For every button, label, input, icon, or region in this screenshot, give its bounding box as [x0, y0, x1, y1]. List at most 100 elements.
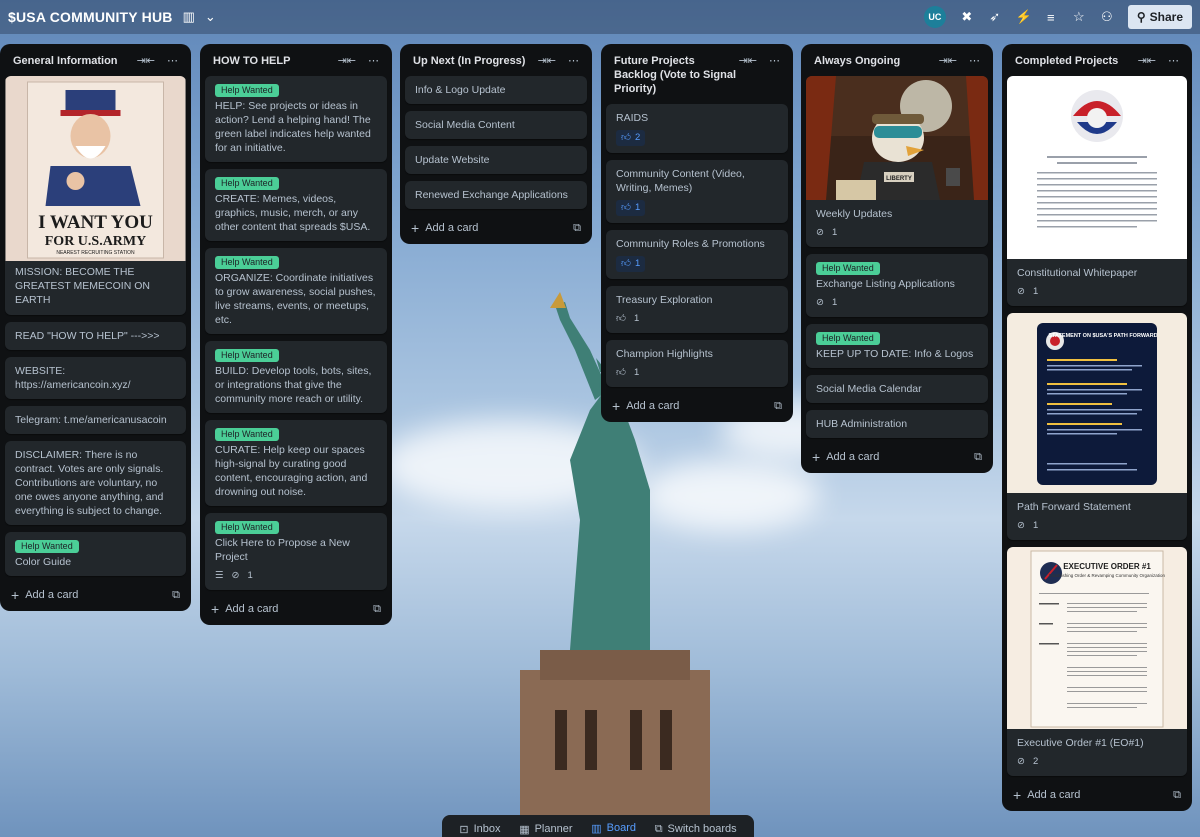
card-disclaimer[interactable]: DISCLAIMER: There is no contract. Votes …: [5, 441, 186, 525]
attachment-icon: ⊘: [1017, 756, 1025, 767]
card-help[interactable]: Help Wanted HELP: See projects or ideas …: [205, 76, 387, 162]
add-card-button[interactable]: + Add a card ⧉: [606, 394, 788, 414]
path-forward-cover: STATEMENT ON $USA'S PATH FORWARD: [1007, 313, 1187, 493]
template-icon[interactable]: ⧉: [774, 400, 782, 413]
board-title[interactable]: $USA COMMUNITY HUB: [8, 9, 173, 25]
rocket-icon[interactable]: ➶: [988, 9, 1002, 25]
thumbs-up-icon[interactable]: 👍︎: [616, 312, 626, 326]
card-constitutional-whitepaper[interactable]: Constitutional Whitepaper ⊘ 1: [1007, 76, 1187, 306]
vote-badge[interactable]: 👍︎ 1: [616, 256, 646, 272]
card-curate[interactable]: Help Wanted CURATE: Help keep our spaces…: [205, 420, 387, 506]
add-card-label: Add a card: [425, 222, 479, 234]
vote-count: 1: [634, 258, 641, 269]
filter-icon[interactable]: ≡: [1044, 10, 1058, 25]
card-update-website[interactable]: Update Website: [405, 146, 587, 174]
eo-title: EXECUTIVE ORDER #1: [1063, 562, 1151, 571]
more-icon[interactable]: ⋯: [969, 54, 980, 67]
list-title[interactable]: Always Ongoing: [814, 54, 939, 68]
card-community-roles[interactable]: Community Roles & Promotions 👍︎ 1: [606, 230, 788, 279]
nav-inbox-label: Inbox: [473, 823, 501, 835]
card-build[interactable]: Help Wanted BUILD: Develop tools, bots, …: [205, 341, 387, 413]
share-button[interactable]: ⚲ Share: [1127, 5, 1192, 29]
card-propose-project[interactable]: Help Wanted Click Here to Propose a New …: [205, 513, 387, 590]
list-title[interactable]: Completed Projects: [1015, 54, 1138, 68]
more-icon[interactable]: ⋯: [568, 54, 579, 67]
thumbs-up-icon[interactable]: 👍︎: [616, 366, 626, 380]
card-raids[interactable]: RAIDS 👍︎ 2: [606, 104, 788, 153]
attachment-count: 1: [1032, 286, 1039, 297]
more-icon[interactable]: ⋯: [1168, 54, 1179, 67]
nav-board[interactable]: ▥ Board: [585, 819, 642, 837]
nav-switch-boards[interactable]: ⧉ Switch boards: [649, 820, 743, 837]
card-title: CREATE: Memes, videos, graphics, music, …: [215, 193, 371, 233]
inbox-icon: ⊡: [459, 823, 469, 836]
collapse-icon[interactable]: ⇥⇤: [338, 54, 356, 67]
more-icon[interactable]: ⋯: [167, 54, 178, 67]
add-card-button[interactable]: + Add a card ⧉: [405, 216, 587, 236]
card-executive-order-1[interactable]: EXECUTIVE ORDER #1 Establishing Order & …: [1007, 547, 1187, 776]
card-read-how-to-help[interactable]: READ "HOW TO HELP" --->>>: [5, 322, 186, 350]
card-treasury-exploration[interactable]: Treasury Exploration 👍︎ 1: [606, 286, 788, 333]
card-keep-up-to-date[interactable]: Help Wanted KEEP UP TO DATE: Info & Logo…: [806, 324, 988, 368]
avatar[interactable]: UC: [923, 6, 946, 28]
template-icon[interactable]: ⧉: [974, 451, 982, 464]
more-icon[interactable]: ⋯: [368, 54, 379, 67]
card-title: ORGANIZE: Coordinate initiatives to grow…: [215, 272, 376, 326]
template-icon[interactable]: ⧉: [172, 589, 180, 602]
add-card-button[interactable]: + Add a card ⧉: [205, 597, 387, 617]
plus-icon: +: [411, 220, 420, 236]
card-info-logo-update[interactable]: Info & Logo Update: [405, 76, 587, 104]
collapse-icon[interactable]: ⇥⇤: [1138, 54, 1156, 67]
vote-count: 1: [633, 367, 640, 378]
card-color-guide[interactable]: Help Wanted Color Guide: [5, 532, 186, 576]
attachment-icon: ⊘: [816, 227, 824, 238]
add-card-button[interactable]: + Add a card ⧉: [5, 583, 186, 603]
chevron-down-icon[interactable]: ⌄: [205, 9, 216, 25]
card-exchange-listing-applications[interactable]: Help Wanted Exchange Listing Application…: [806, 254, 988, 317]
add-card-button[interactable]: + Add a card ⧉: [806, 445, 988, 465]
automation-icon[interactable]: ⚡: [1016, 9, 1032, 25]
nav-planner[interactable]: ▦ Planner: [513, 820, 578, 837]
calendar-icon: ▦: [519, 823, 530, 836]
nav-inbox[interactable]: ⊡ Inbox: [453, 820, 506, 837]
card-create[interactable]: Help Wanted CREATE: Memes, videos, graph…: [205, 169, 387, 241]
card-renewed-exchange-applications[interactable]: Renewed Exchange Applications: [405, 181, 587, 209]
card-path-forward-statement[interactable]: STATEMENT ON $USA'S PATH FORWARD Path Fo…: [1007, 313, 1187, 540]
add-card-button[interactable]: + Add a card ⧉: [1007, 783, 1187, 803]
list-title[interactable]: HOW TO HELP: [213, 54, 338, 68]
card-mission[interactable]: I WANT YOU FOR U.S.ARMY NEAREST RECRUITI…: [5, 76, 186, 315]
collapse-icon[interactable]: ⇥⇤: [739, 54, 757, 67]
card-title: BUILD: Develop tools, bots, sites, or in…: [215, 365, 372, 405]
collapse-icon[interactable]: ⇥⇤: [939, 54, 957, 67]
board-view-icon[interactable]: ▥: [183, 9, 195, 25]
card-social-media-calendar[interactable]: Social Media Calendar: [806, 375, 988, 403]
list-title[interactable]: Future Projects Backlog (Vote to Signal …: [614, 54, 739, 96]
help-wanted-label: Help Wanted: [215, 84, 279, 97]
template-icon[interactable]: ⧉: [373, 603, 381, 616]
card-social-media-content[interactable]: Social Media Content: [405, 111, 587, 139]
card-organize[interactable]: Help Wanted ORGANIZE: Coordinate initiat…: [205, 248, 387, 334]
card-weekly-updates[interactable]: LIBERTY Weekly Updates ⊘ 1: [806, 76, 988, 247]
card-hub-administration[interactable]: HUB Administration: [806, 410, 988, 438]
template-icon[interactable]: ⧉: [1173, 789, 1181, 802]
template-icon[interactable]: ⧉: [573, 222, 581, 235]
list-title[interactable]: Up Next (In Progress): [413, 54, 538, 68]
help-wanted-label: Help Wanted: [215, 521, 279, 534]
vote-badge[interactable]: 👍︎ 1: [616, 200, 646, 216]
collapse-icon[interactable]: ⇥⇤: [137, 54, 155, 67]
power-up-icon[interactable]: ✖: [960, 9, 974, 25]
card-community-content[interactable]: Community Content (Video, Writing, Memes…: [606, 160, 788, 223]
star-icon[interactable]: ☆: [1072, 9, 1086, 25]
plus-icon: +: [1013, 787, 1022, 803]
list-title[interactable]: General Information: [13, 54, 137, 68]
workspace-visibility-icon[interactable]: ⚇: [1100, 9, 1114, 25]
vote-badge[interactable]: 👍︎ 2: [616, 130, 646, 146]
attachment-count: 2: [1032, 756, 1039, 767]
collapse-icon[interactable]: ⇥⇤: [538, 54, 556, 67]
card-website[interactable]: WEBSITE: https://americancoin.xyz/: [5, 357, 186, 399]
help-wanted-label: Help Wanted: [816, 332, 880, 345]
card-champion-highlights[interactable]: Champion Highlights 👍︎ 1: [606, 340, 788, 387]
card-telegram[interactable]: Telegram: t.me/americanusacoin: [5, 406, 186, 434]
eo-subtitle: Establishing Order & Revamping Community…: [1049, 573, 1166, 578]
more-icon[interactable]: ⋯: [769, 54, 780, 67]
